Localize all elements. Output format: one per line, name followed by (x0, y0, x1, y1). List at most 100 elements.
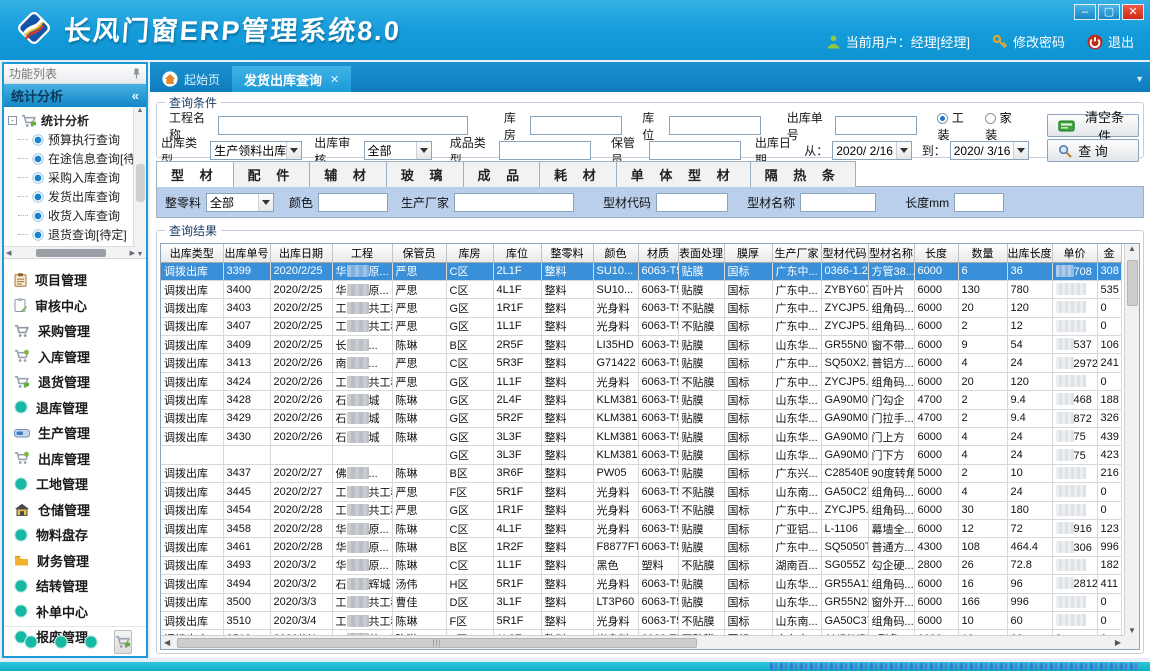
sidebar-item-审核中心[interactable]: 审核中心 (14, 293, 146, 319)
table-row[interactable]: 调拨出库35102020/3/4工共工程陈琳F区5R1F整料光身料6063-T5… (161, 611, 1121, 629)
table-row[interactable]: 调拨出库34242020/2/26工共工程严思G区1L1F整料光身料6063-T… (161, 372, 1121, 390)
length-input[interactable] (954, 193, 1004, 212)
material-tab[interactable]: 型 材 (156, 161, 234, 187)
material-tab[interactable]: 辅 材 (310, 161, 387, 187)
tree-item[interactable]: 收货入库查询 (8, 206, 144, 225)
tree-item[interactable]: 预算执行查询 (8, 130, 144, 149)
table-row[interactable]: 调拨出库34372020/2/27佛...陈琳B区3R6F整料PW056063-… (161, 464, 1121, 482)
table-row[interactable]: 调拨出库34292020/2/26石城陈琳G区5R2F整料KLM38176063… (161, 409, 1121, 427)
column-header[interactable]: 膜厚 (724, 244, 772, 262)
table-row[interactable]: 调拨出库33992020/2/25华原...严思C区2L1F整料SU10...6… (161, 262, 1121, 280)
sidebar-item-出库管理[interactable]: 出库管理 (14, 446, 146, 472)
cart-toolbar-button[interactable] (114, 630, 132, 654)
column-header[interactable]: 工程 (332, 244, 392, 262)
column-header[interactable]: 整零料 (541, 244, 593, 262)
table-row[interactable]: 调拨出库34612020/2/28华原...陈琳B区1R2F整料F8877FT6… (161, 538, 1121, 556)
sidebar-item-补单中心[interactable]: 补单中心 (14, 599, 146, 625)
table-horizontal-scrollbar[interactable]: ◀ ||| ▶ (161, 635, 1124, 649)
table-row[interactable]: 调拨出库34452020/2/27工共工程严思F区5R1F整料光身料6063-T… (161, 483, 1121, 501)
scroll-thumb[interactable] (36, 249, 106, 257)
scroll-right-icon[interactable]: ▶ (1115, 638, 1121, 647)
table-row[interactable]: 调拨出库34942020/3/2石辉城汤伟H区5R1F整料光身料6063-T5贴… (161, 575, 1121, 593)
column-header[interactable]: 型材名称 (868, 244, 914, 262)
sidebar-item-退货管理[interactable]: 退货管理 (14, 369, 146, 395)
table-row[interactable]: 调拨出库34032020/2/25工共工程严思G区1R1F整料光身料6063-T… (161, 299, 1121, 317)
material-tab[interactable]: 成 品 (464, 161, 541, 187)
sidebar-item-财务管理[interactable]: 财务管理 (14, 548, 146, 574)
material-tab[interactable]: 耗 材 (540, 161, 617, 187)
table-row[interactable]: 调拨出库34072020/2/25工共工程严思G区1L1F整料光身料6063-T… (161, 317, 1121, 335)
material-tab[interactable]: 单 体 型 材 (617, 161, 751, 187)
table-row[interactable]: 调拨出库34282020/2/26石城陈琳G区2L4F整料KLM38176063… (161, 391, 1121, 409)
column-header[interactable]: 保管员 (392, 244, 446, 262)
sidebar-item-仓储管理[interactable]: 仓储管理 (14, 497, 146, 523)
column-header[interactable]: 出库类型 (161, 244, 223, 262)
profile-code-input[interactable] (656, 193, 728, 212)
date-to-select[interactable]: 2020/ 3/16 (950, 141, 1029, 160)
profile-name-input[interactable] (800, 193, 876, 212)
radio-gongzhuang[interactable]: 工装 (937, 109, 973, 143)
change-password-button[interactable]: 修改密码 (992, 32, 1065, 51)
outbound-type-select[interactable]: 生产领料出库 (210, 141, 302, 160)
tab-home[interactable]: 起始页 (150, 66, 232, 92)
radio-jiazhuang[interactable]: 家装 (985, 109, 1021, 143)
sidebar-item-项目管理[interactable]: 项目管理 (14, 267, 146, 293)
table-vertical-scrollbar[interactable]: ▲ ▼ (1124, 244, 1139, 635)
close-button[interactable]: ✕ (1122, 4, 1144, 20)
column-header[interactable]: 数量 (958, 244, 1007, 262)
sidebar-item-物料盘存[interactable]: 物料盘存 (14, 522, 146, 548)
table-row[interactable]: 调拨出库34002020/2/25华原...严思C区4L1F整料SU10...6… (161, 280, 1121, 298)
clear-conditions-button[interactable]: 清空条件 (1047, 114, 1139, 137)
scroll-thumb[interactable] (136, 164, 145, 202)
table-row[interactable]: 调拨出库34132020/2/26南...严思C区5R3F整料G71422606… (161, 354, 1121, 372)
collapse-sidebar-button[interactable]: « (132, 88, 139, 103)
tree-vertical-scrollbar[interactable]: ▲ ▼ (133, 107, 146, 258)
material-tab[interactable]: 隔 热 条 (751, 161, 856, 187)
column-header[interactable]: 金 (1097, 244, 1121, 262)
table-row[interactable]: 调拨出库34092020/2/25长...陈琳B区2R5F整料LI35HD606… (161, 336, 1121, 354)
color-input[interactable] (318, 193, 388, 212)
tree-item[interactable]: 退货查询[待定] (8, 225, 144, 244)
logout-button[interactable]: 退出 (1087, 32, 1134, 51)
outbound-no-input[interactable] (835, 116, 917, 135)
minimize-button[interactable]: – (1074, 4, 1096, 20)
material-tab[interactable]: 配 件 (234, 161, 311, 187)
tree-item[interactable]: 在途信息查询[待 (8, 149, 144, 168)
scroll-down-icon[interactable]: ▼ (137, 251, 144, 258)
table-row[interactable]: 调拨出库34302020/2/26石城陈琳G区3L3F整料KLM38176063… (161, 428, 1121, 446)
tree-root-statistics[interactable]: - 统计分析 (8, 111, 144, 130)
column-header[interactable]: 表面处理 (678, 244, 724, 262)
tabbar-dropdown-icon[interactable]: ▼ (1135, 74, 1144, 84)
tab-close-icon[interactable]: ✕ (330, 73, 339, 86)
scroll-thumb[interactable]: ||| (177, 638, 697, 648)
scroll-down-icon[interactable]: ▼ (1128, 626, 1136, 635)
circle-teal-icon[interactable] (54, 635, 68, 649)
tree-horizontal-scrollbar[interactable]: ◀ ▶ (4, 246, 137, 258)
column-header[interactable]: 材质 (638, 244, 678, 262)
table-row[interactable]: 调拨出库35002020/3/3工共工程曹佳D区3L1F整料LT3P606063… (161, 593, 1121, 611)
maximize-button[interactable]: ▢ (1098, 4, 1120, 20)
scroll-thumb[interactable] (1127, 260, 1138, 306)
column-header[interactable]: 颜色 (593, 244, 638, 262)
keeper-input[interactable] (649, 141, 741, 160)
column-header[interactable]: 单价 (1052, 244, 1097, 262)
column-header[interactable]: 出库日期 (270, 244, 332, 262)
column-header[interactable]: 生产厂家 (772, 244, 821, 262)
sidebar-item-结转管理[interactable]: 结转管理 (14, 573, 146, 599)
column-header[interactable]: 出库单号 (223, 244, 270, 262)
sidebar-item-工地管理[interactable]: 工地管理 (14, 471, 146, 497)
table-row[interactable]: G区3L3F整料KLM38176063-T5贴膜国标山东华...GA90M09.… (161, 446, 1121, 464)
table-row[interactable]: 调拨出库34582020/2/28华原...陈琳C区4L1F整料光身料6063-… (161, 519, 1121, 537)
sidebar-item-入库管理[interactable]: 入库管理 (14, 344, 146, 370)
scroll-left-icon[interactable]: ◀ (6, 249, 11, 257)
project-name-input[interactable] (218, 116, 468, 135)
sidebar-item-采购管理[interactable]: 采购管理 (14, 318, 146, 344)
tree-expander-icon[interactable]: - (8, 116, 17, 125)
column-header[interactable]: 出库长度 (1007, 244, 1052, 262)
tree-item[interactable]: 采购入库查询 (8, 168, 144, 187)
column-header[interactable]: 库房 (446, 244, 493, 262)
product-type-input[interactable] (499, 141, 591, 160)
circle-teal-icon[interactable] (84, 635, 98, 649)
material-tab[interactable]: 玻 璃 (387, 161, 464, 187)
tree-item[interactable]: 发货出库查询 (8, 187, 144, 206)
